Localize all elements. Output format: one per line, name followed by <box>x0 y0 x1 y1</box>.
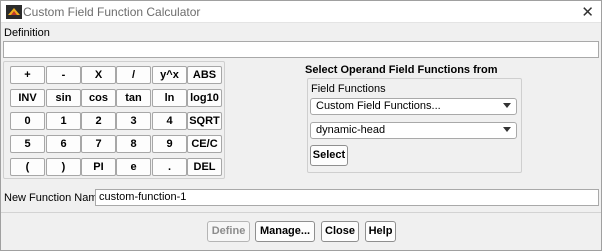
close-button[interactable]: Close <box>321 221 359 242</box>
key-0[interactable]: 0 <box>10 112 45 130</box>
key-sin[interactable]: sin <box>46 89 81 107</box>
category-selected-value: Custom Field Functions... <box>316 100 441 112</box>
manage-button[interactable]: Manage... <box>255 221 315 242</box>
new-function-name-label: New Function Name <box>4 192 104 204</box>
key-tan[interactable]: tan <box>116 89 151 107</box>
field-functions-label: Field Functions <box>311 83 386 95</box>
close-window-icon[interactable]: ✕ <box>581 3 594 21</box>
key-plus[interactable]: + <box>10 66 45 84</box>
key-7[interactable]: 7 <box>81 135 116 153</box>
key-minus[interactable]: - <box>46 66 81 84</box>
key-8[interactable]: 8 <box>116 135 151 153</box>
key-delete[interactable]: DEL <box>187 158 222 176</box>
divider <box>1 212 601 213</box>
key-close-paren[interactable]: ) <box>46 158 81 176</box>
key-1[interactable]: 1 <box>46 112 81 130</box>
definition-label: Definition <box>4 27 50 39</box>
key-multiply[interactable]: X <box>81 66 116 84</box>
key-ln[interactable]: ln <box>152 89 187 107</box>
key-inv[interactable]: INV <box>10 89 45 107</box>
key-9[interactable]: 9 <box>152 135 187 153</box>
key-2[interactable]: 2 <box>81 112 116 130</box>
key-abs[interactable]: ABS <box>187 66 222 84</box>
key-6[interactable]: 6 <box>46 135 81 153</box>
key-sqrt[interactable]: SQRT <box>187 112 222 130</box>
select-button[interactable]: Select <box>310 145 348 166</box>
define-button[interactable]: Define <box>207 221 250 242</box>
key-power[interactable]: y^x <box>152 66 187 84</box>
key-log10[interactable]: log10 <box>187 89 222 107</box>
key-clear[interactable]: CE/C <box>187 135 222 153</box>
operand-section-title: Select Operand Field Functions from <box>305 64 498 76</box>
fluent-logo-icon <box>6 5 22 19</box>
calculator-keypad: + - X / y^x ABS INV sin cos tan ln log10… <box>3 61 225 179</box>
field-functions-group: Field Functions Custom Field Functions..… <box>307 78 522 173</box>
window-title: Custom Field Function Calculator <box>23 5 201 19</box>
key-decimal[interactable]: . <box>152 158 187 176</box>
function-selected-value: dynamic-head <box>316 124 386 136</box>
key-4[interactable]: 4 <box>152 112 187 130</box>
help-button[interactable]: Help <box>365 221 396 242</box>
chevron-down-icon <box>503 103 511 108</box>
field-function-dropdown[interactable]: dynamic-head <box>310 122 517 139</box>
field-function-category-dropdown[interactable]: Custom Field Functions... <box>310 98 517 115</box>
key-divide[interactable]: / <box>116 66 151 84</box>
key-3[interactable]: 3 <box>116 112 151 130</box>
chevron-down-icon <box>503 127 511 132</box>
calculator-dialog: Custom Field Function Calculator ✕ Defin… <box>0 0 602 251</box>
key-e[interactable]: e <box>116 158 151 176</box>
key-pi[interactable]: PI <box>81 158 116 176</box>
title-bar: Custom Field Function Calculator ✕ <box>1 1 601 23</box>
key-open-paren[interactable]: ( <box>10 158 45 176</box>
key-5[interactable]: 5 <box>10 135 45 153</box>
definition-field[interactable] <box>3 41 599 58</box>
key-cos[interactable]: cos <box>81 89 116 107</box>
new-function-name-field[interactable]: custom-function-1 <box>95 189 599 206</box>
